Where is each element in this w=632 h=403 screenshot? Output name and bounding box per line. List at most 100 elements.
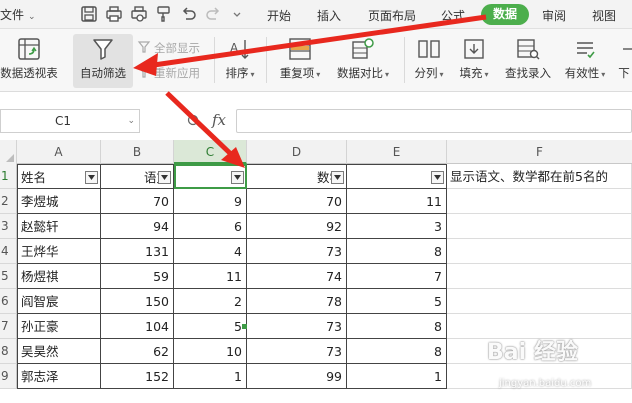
row-header[interactable]: 8 [0, 339, 17, 364]
cell-a[interactable]: 赵懿轩 [17, 214, 101, 239]
save-icon[interactable] [80, 5, 98, 23]
cell-d[interactable]: 73 [247, 339, 347, 364]
cell-e[interactable]: 8 [347, 339, 447, 364]
column-header-a[interactable]: A [17, 140, 101, 164]
cell-c[interactable]: 11 [174, 264, 247, 289]
print-icon[interactable] [105, 5, 123, 23]
tab-data[interactable]: 数据 [481, 4, 529, 25]
cell-c[interactable]: 9 [174, 189, 247, 214]
cell-e[interactable]: 8 [347, 314, 447, 339]
row-header[interactable]: 4 [0, 239, 17, 264]
cell-e[interactable]: 8 [347, 239, 447, 264]
cell-c[interactable]: 10 [174, 339, 247, 364]
more-button[interactable]: 下 [616, 36, 632, 81]
cell-f[interactable] [447, 264, 632, 289]
cell-d[interactable]: 99 [247, 364, 347, 389]
cell-c[interactable]: 4 [174, 239, 247, 264]
row-header[interactable]: 3 [0, 214, 17, 239]
insert-function-button[interactable]: fx [212, 111, 226, 129]
row-header[interactable]: 9 [0, 364, 17, 389]
cell-c[interactable]: 1 [174, 364, 247, 389]
cell-b[interactable]: 104 [101, 314, 174, 339]
tab-review[interactable]: 审阅 [542, 7, 566, 24]
auto-filter-button[interactable]: 自动筛选 [73, 34, 133, 88]
cell-b[interactable]: 131 [101, 239, 174, 264]
cell-a[interactable]: 吴昊然 [17, 339, 101, 364]
cell-d[interactable]: 73 [247, 239, 347, 264]
reapply-button[interactable]: 重新应用 [137, 65, 200, 81]
cell-d[interactable]: 73 [247, 314, 347, 339]
header-cell-d[interactable]: 数学 [247, 164, 347, 189]
print-preview-icon[interactable] [130, 5, 148, 23]
column-header-e[interactable]: E [347, 140, 447, 164]
cell-a[interactable]: 杨煜祺 [17, 264, 101, 289]
zoom-icon[interactable] [187, 114, 201, 128]
tab-page-layout[interactable]: 页面布局 [368, 7, 416, 24]
cell-c[interactable]: 5 [174, 314, 247, 339]
redo-icon[interactable] [204, 5, 222, 23]
duplicates-button[interactable]: 重复项 ▾ [274, 36, 326, 81]
cell-e[interactable]: 1 [347, 364, 447, 389]
fill-button[interactable]: 填充 ▾ [455, 36, 493, 81]
chevron-down-icon[interactable]: ⌄ [127, 110, 135, 132]
header-cell-e[interactable] [347, 164, 447, 189]
column-header-b[interactable]: B [101, 140, 174, 164]
row-header[interactable]: 1 [0, 164, 17, 189]
cell-a[interactable]: 郭志泽 [17, 364, 101, 389]
undo-icon[interactable] [180, 5, 198, 23]
lookup-entry-button[interactable]: 查找录入 [500, 36, 556, 81]
data-compare-button[interactable]: 数据对比 ▾ [333, 36, 393, 81]
file-menu[interactable]: 文件 ⌄ [0, 6, 36, 23]
cell-a[interactable]: 李煜城 [17, 189, 101, 214]
cell-f[interactable] [447, 189, 632, 214]
row-header[interactable]: 6 [0, 289, 17, 314]
tab-view[interactable]: 视图 [592, 7, 616, 24]
quick-access-dropdown-icon[interactable] [228, 5, 241, 23]
fill-handle[interactable] [242, 324, 247, 329]
cell-c[interactable]: 2 [174, 289, 247, 314]
name-box[interactable]: C1 ⌄ [0, 109, 140, 133]
tab-home[interactable]: 开始 [267, 7, 291, 24]
cell-e[interactable]: 3 [347, 214, 447, 239]
cell-d[interactable]: 92 [247, 214, 347, 239]
tab-insert[interactable]: 插入 [317, 7, 341, 24]
format-painter-icon[interactable] [155, 5, 173, 23]
filter-dropdown-button[interactable] [231, 171, 244, 184]
cell-d[interactable]: 70 [247, 189, 347, 214]
column-header-d[interactable]: D [247, 140, 347, 164]
cell-e[interactable]: 5 [347, 289, 447, 314]
header-cell-f[interactable]: 显示语文、数学都在前5名的 [447, 164, 632, 189]
row-header[interactable]: 5 [0, 264, 17, 289]
filter-dropdown-button[interactable] [431, 171, 444, 184]
formula-input[interactable] [236, 109, 632, 133]
cell-a[interactable]: 王烨华 [17, 239, 101, 264]
row-header[interactable]: 2 [0, 189, 17, 214]
cell-a[interactable]: 阎智宸 [17, 289, 101, 314]
cell-b[interactable]: 152 [101, 364, 174, 389]
cell-b[interactable]: 94 [101, 214, 174, 239]
pivot-table-button[interactable]: 数据透视表 [0, 36, 58, 81]
split-columns-button[interactable]: 分列 ▾ [410, 36, 448, 81]
cell-d[interactable]: 78 [247, 289, 347, 314]
filter-dropdown-button[interactable] [331, 171, 344, 184]
header-cell-b[interactable]: 语文 [101, 164, 174, 189]
sort-button[interactable]: A 排序 ▾ [222, 36, 258, 81]
cell-d[interactable]: 74 [247, 264, 347, 289]
cell-f[interactable] [447, 239, 632, 264]
cell-b[interactable]: 150 [101, 289, 174, 314]
cell-b[interactable]: 70 [101, 189, 174, 214]
column-header-c[interactable]: C [174, 140, 247, 164]
cell-b[interactable]: 62 [101, 339, 174, 364]
cell-f[interactable] [447, 289, 632, 314]
cell-a[interactable]: 孙正豪 [17, 314, 101, 339]
cell-b[interactable]: 59 [101, 264, 174, 289]
column-header-f[interactable]: F [447, 140, 632, 164]
row-header[interactable]: 7 [0, 314, 17, 339]
cell-f[interactable] [447, 214, 632, 239]
validity-button[interactable]: 有效性 ▾ [562, 36, 608, 81]
filter-dropdown-button[interactable] [85, 171, 98, 184]
tab-formulas[interactable]: 公式 [441, 7, 465, 24]
header-cell-a[interactable]: 姓名 [17, 164, 101, 189]
header-cell-c[interactable] [174, 164, 247, 189]
show-all-button[interactable]: 全部显示 [137, 40, 200, 56]
